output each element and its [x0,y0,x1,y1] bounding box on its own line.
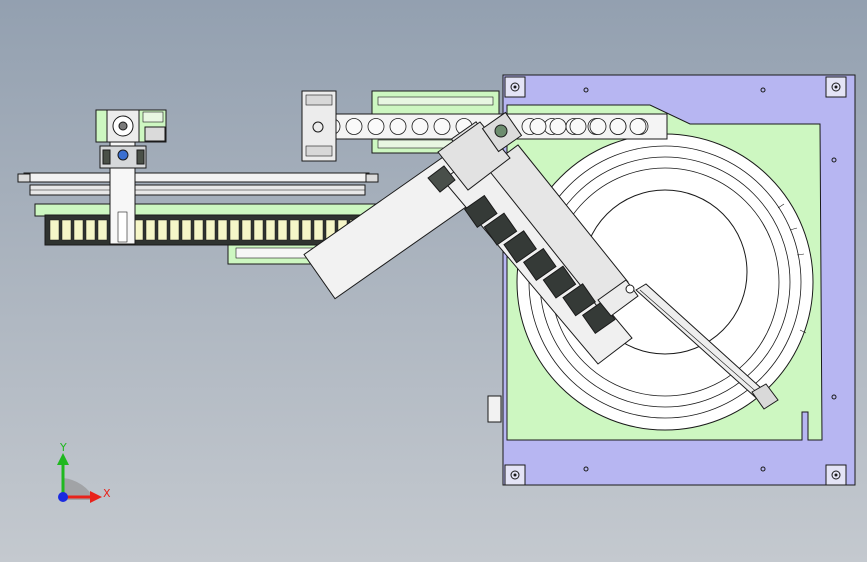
chain-link [241,219,252,241]
sensor-block [99,145,147,169]
chain-link [289,219,300,241]
chain-link [193,219,204,241]
coordinate-triad-icon [57,453,102,503]
chain-link [85,219,96,241]
side-bracket [487,395,502,423]
chain-link [205,219,216,241]
cad-viewport[interactable]: Y X [0,0,867,562]
conveyor-end-bracket [301,90,337,162]
axis-x-label: X [103,487,111,500]
belt-pocket [569,118,587,135]
belt-pocket [629,118,647,135]
belt-pocket [389,118,407,135]
chain-link [145,219,156,241]
corner-mount-icon [825,464,847,486]
chain-link [217,219,228,241]
belt-pocket [549,118,567,135]
belt-pocket [433,118,451,135]
corner-mount-icon [504,464,526,486]
cad-model-view[interactable] [0,0,867,562]
belt-pocket [411,118,429,135]
cable-chain-links [49,219,372,241]
corner-mount-icon [504,76,526,98]
servo-motor-icon[interactable] [95,109,167,143]
chain-link [301,219,312,241]
belt-pocket [345,118,363,135]
chain-link [181,219,192,241]
belt-pocket [609,118,627,135]
chain-link [169,219,180,241]
corner-mount-icon [825,76,847,98]
chain-link [313,219,324,241]
belt-pocket [529,118,547,135]
chain-link [49,219,60,241]
chain-link [253,219,264,241]
chain-link [229,219,240,241]
chain-link [277,219,288,241]
axis-y-label: Y [60,441,67,454]
chain-link [97,219,108,241]
chain-link [265,219,276,241]
chain-link [157,219,168,241]
belt-pocket [367,118,385,135]
chain-link [61,219,72,241]
belt-pocket [589,118,607,135]
chain-link [73,219,84,241]
